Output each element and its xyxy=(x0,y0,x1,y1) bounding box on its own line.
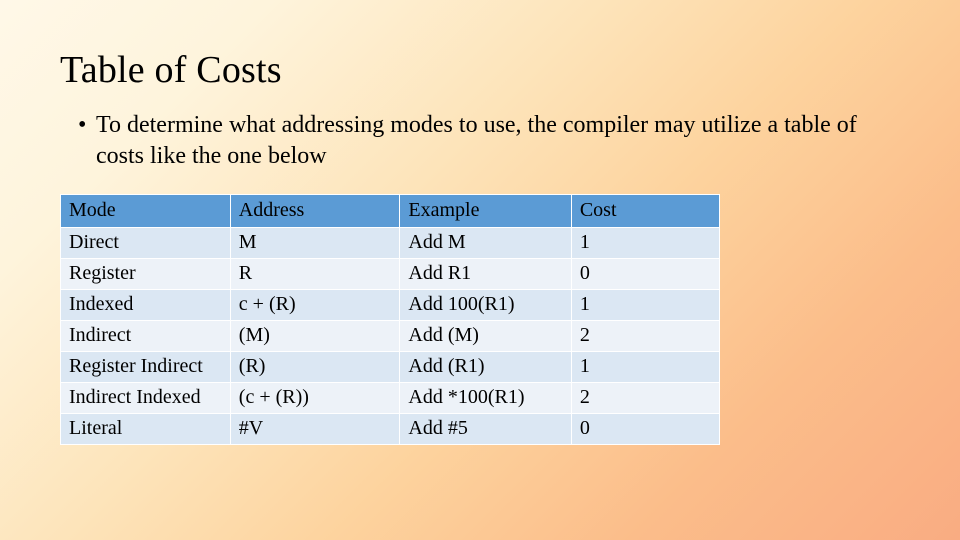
cell-mode: Indirect xyxy=(61,321,231,352)
slide: Table of Costs • To determine what addre… xyxy=(0,0,960,540)
cell-mode: Literal xyxy=(61,414,231,445)
col-header-address: Address xyxy=(230,195,400,228)
cell-cost: 1 xyxy=(571,290,719,321)
col-header-example: Example xyxy=(400,195,571,228)
cell-mode: Register xyxy=(61,259,231,290)
cell-example: Add #5 xyxy=(400,414,571,445)
cell-address: (c + (R)) xyxy=(230,383,400,414)
cell-address: R xyxy=(230,259,400,290)
cell-address: M xyxy=(230,228,400,259)
table-row: Literal #V Add #5 0 xyxy=(61,414,720,445)
bullet-marker: • xyxy=(78,110,96,172)
table-row: Direct M Add M 1 xyxy=(61,228,720,259)
cell-address: #V xyxy=(230,414,400,445)
page-title: Table of Costs xyxy=(60,48,900,92)
col-header-cost: Cost xyxy=(571,195,719,228)
cell-cost: 1 xyxy=(571,228,719,259)
cell-example: Add M xyxy=(400,228,571,259)
cell-address: c + (R) xyxy=(230,290,400,321)
table-header-row: Mode Address Example Cost xyxy=(61,195,720,228)
cell-example: Add (R1) xyxy=(400,352,571,383)
table-row: Register R Add R1 0 xyxy=(61,259,720,290)
table-row: Indexed c + (R) Add 100(R1) 1 xyxy=(61,290,720,321)
table-row: Register Indirect (R) Add (R1) 1 xyxy=(61,352,720,383)
table-row: Indirect (M) Add (M) 2 xyxy=(61,321,720,352)
col-header-mode: Mode xyxy=(61,195,231,228)
cell-cost: 2 xyxy=(571,383,719,414)
costs-table: Mode Address Example Cost Direct M Add M… xyxy=(60,194,720,445)
cell-cost: 2 xyxy=(571,321,719,352)
cell-mode: Indexed xyxy=(61,290,231,321)
bullet-list: • To determine what addressing modes to … xyxy=(78,110,900,172)
cell-mode: Register Indirect xyxy=(61,352,231,383)
cell-example: Add R1 xyxy=(400,259,571,290)
cell-example: Add (M) xyxy=(400,321,571,352)
cell-address: (R) xyxy=(230,352,400,383)
cell-cost: 0 xyxy=(571,414,719,445)
cell-cost: 1 xyxy=(571,352,719,383)
bullet-item: • To determine what addressing modes to … xyxy=(78,110,900,172)
cell-example: Add *100(R1) xyxy=(400,383,571,414)
cell-example: Add 100(R1) xyxy=(400,290,571,321)
bullet-text: To determine what addressing modes to us… xyxy=(96,110,900,172)
cell-address: (M) xyxy=(230,321,400,352)
cell-cost: 0 xyxy=(571,259,719,290)
table-row: Indirect Indexed (c + (R)) Add *100(R1) … xyxy=(61,383,720,414)
cell-mode: Indirect Indexed xyxy=(61,383,231,414)
cell-mode: Direct xyxy=(61,228,231,259)
